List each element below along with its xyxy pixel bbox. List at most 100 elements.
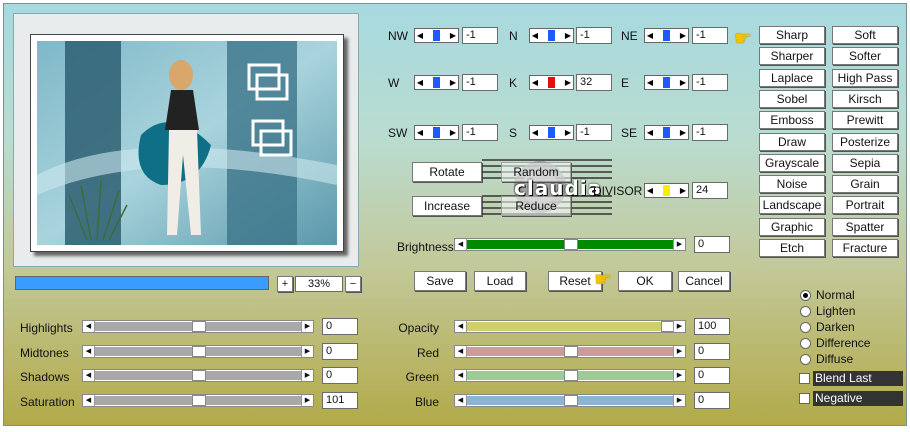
blend-mode-radio[interactable] (800, 338, 811, 349)
divisor-input[interactable]: 24 (692, 182, 728, 199)
right-arrow-icon[interactable]: ▶ (564, 77, 572, 88)
kernel-stepper[interactable]: ◀ ▶ (529, 125, 574, 140)
left-arrow-icon[interactable]: ◀ (455, 321, 467, 332)
right-arrow-icon[interactable]: ▶ (449, 127, 457, 138)
slider-knob[interactable] (191, 394, 206, 406)
brightness-slider[interactable]: ◀ ▶ (454, 238, 686, 251)
right-arrow-icon[interactable]: ▶ (449, 30, 457, 41)
left-arrow-icon[interactable]: ◀ (455, 370, 467, 381)
tone-slider[interactable]: ◀ ▶ (82, 369, 314, 382)
filter-button-portrait[interactable]: Portrait (832, 196, 898, 215)
filter-button-sharper[interactable]: Sharper (759, 47, 825, 66)
filter-button-sobel[interactable]: Sobel (759, 89, 825, 108)
left-arrow-icon[interactable]: ◀ (83, 345, 95, 357)
blend-mode-radio[interactable] (800, 306, 811, 317)
cancel-button[interactable]: Cancel (678, 271, 730, 291)
right-arrow-icon[interactable]: ▶ (301, 345, 313, 357)
stepper-thumb[interactable] (548, 127, 555, 138)
right-arrow-icon[interactable]: ▶ (564, 127, 572, 138)
left-arrow-icon[interactable]: ◀ (531, 127, 539, 138)
kernel-stepper[interactable]: ◀ ▶ (644, 28, 689, 43)
stepper-thumb[interactable] (663, 77, 670, 88)
left-arrow-icon[interactable]: ◀ (531, 30, 539, 41)
blend-input[interactable]: 0 (694, 342, 730, 360)
kernel-value-input[interactable]: -1 (576, 124, 612, 141)
brightness-input[interactable]: 0 (694, 236, 730, 253)
left-arrow-icon[interactable]: ◀ (646, 127, 654, 138)
slider-track[interactable] (467, 370, 673, 381)
filter-button-emboss[interactable]: Emboss (759, 111, 825, 130)
right-arrow-icon[interactable]: ▶ (679, 30, 687, 41)
preview-image[interactable] (30, 34, 344, 252)
filter-button-posterize[interactable]: Posterize (832, 132, 898, 151)
kernel-value-input[interactable]: -1 (462, 124, 498, 141)
tone-slider[interactable]: ◀ ▶ (82, 344, 314, 358)
filter-button-softer[interactable]: Softer (832, 47, 898, 66)
tone-slider[interactable]: ◀ ▶ (82, 393, 314, 407)
filter-button-etch[interactable]: Etch (759, 239, 825, 257)
slider-track[interactable] (467, 345, 673, 357)
slider-knob[interactable] (191, 345, 206, 357)
blend-mode-radio[interactable] (800, 290, 811, 301)
filter-button-draw[interactable]: Draw (759, 132, 825, 151)
ok-button[interactable]: OK (618, 271, 672, 291)
blend-slider[interactable]: ◀ ▶ (454, 369, 686, 382)
blend-slider[interactable]: ◀ ▶ (454, 320, 686, 333)
slider-track[interactable] (467, 321, 675, 332)
tone-input[interactable]: 0 (322, 342, 358, 360)
kernel-value-input[interactable]: 32 (576, 74, 612, 91)
rotate-button[interactable]: Rotate (412, 162, 482, 182)
slider-knob[interactable] (191, 370, 206, 381)
filter-button-sharp[interactable]: Sharp (759, 26, 825, 44)
save-button[interactable]: Save (414, 271, 466, 291)
blend-input[interactable]: 100 (694, 318, 730, 335)
left-arrow-icon[interactable]: ◀ (416, 127, 424, 138)
kernel-stepper[interactable]: ◀ ▶ (529, 75, 574, 90)
zoom-in-button[interactable]: + (277, 276, 293, 292)
kernel-stepper[interactable]: ◀ ▶ (414, 28, 459, 43)
right-arrow-icon[interactable]: ▶ (673, 345, 685, 357)
left-arrow-icon[interactable]: ◀ (531, 77, 539, 88)
left-arrow-icon[interactable]: ◀ (416, 77, 424, 88)
blend-input[interactable]: 0 (694, 367, 730, 384)
option-checkbox[interactable] (799, 373, 810, 384)
blend-mode-radio[interactable] (800, 322, 811, 333)
left-arrow-icon[interactable]: ◀ (646, 30, 654, 41)
left-arrow-icon[interactable]: ◀ (416, 30, 424, 41)
slider-track[interactable] (95, 394, 301, 406)
right-arrow-icon[interactable]: ▶ (679, 77, 687, 88)
option-checkbox[interactable] (799, 393, 810, 404)
right-arrow-icon[interactable]: ▶ (679, 127, 687, 138)
tone-input[interactable]: 101 (322, 391, 358, 409)
divisor-stepper[interactable]: ◀ ▶ (644, 183, 689, 198)
increase-button[interactable]: Increase (412, 196, 482, 216)
tone-input[interactable]: 0 (322, 318, 358, 335)
blend-input[interactable]: 0 (694, 391, 730, 409)
left-arrow-icon[interactable]: ◀ (646, 77, 654, 88)
slider-knob[interactable] (563, 345, 578, 357)
kernel-value-input[interactable]: -1 (692, 74, 728, 91)
slider-track[interactable] (467, 394, 673, 406)
kernel-value-input[interactable]: -1 (692, 27, 728, 44)
left-arrow-icon[interactable]: ◀ (455, 394, 467, 406)
blend-mode-radio[interactable] (800, 354, 811, 365)
slider-track[interactable] (95, 345, 301, 357)
kernel-stepper[interactable]: ◀ ▶ (644, 125, 689, 140)
left-arrow-icon[interactable]: ◀ (83, 370, 95, 381)
slider-knob[interactable] (191, 321, 206, 332)
blend-slider[interactable]: ◀ ▶ (454, 344, 686, 358)
stepper-thumb[interactable] (663, 127, 670, 138)
kernel-stepper[interactable]: ◀ ▶ (414, 75, 459, 90)
kernel-stepper[interactable]: ◀ ▶ (414, 125, 459, 140)
slider-track[interactable] (95, 370, 301, 381)
load-button[interactable]: Load (474, 271, 526, 291)
right-arrow-icon[interactable]: ▶ (301, 370, 313, 381)
zoom-out-button[interactable]: − (345, 276, 361, 292)
slider-knob[interactable] (563, 370, 578, 381)
right-arrow-icon[interactable]: ▶ (301, 321, 313, 332)
kernel-value-input[interactable]: -1 (462, 74, 498, 91)
tone-slider[interactable]: ◀ ▶ (82, 320, 314, 333)
filter-button-fracture[interactable]: Fracture (832, 239, 898, 257)
blend-slider[interactable]: ◀ ▶ (454, 393, 686, 407)
stepper-thumb[interactable] (433, 30, 440, 41)
